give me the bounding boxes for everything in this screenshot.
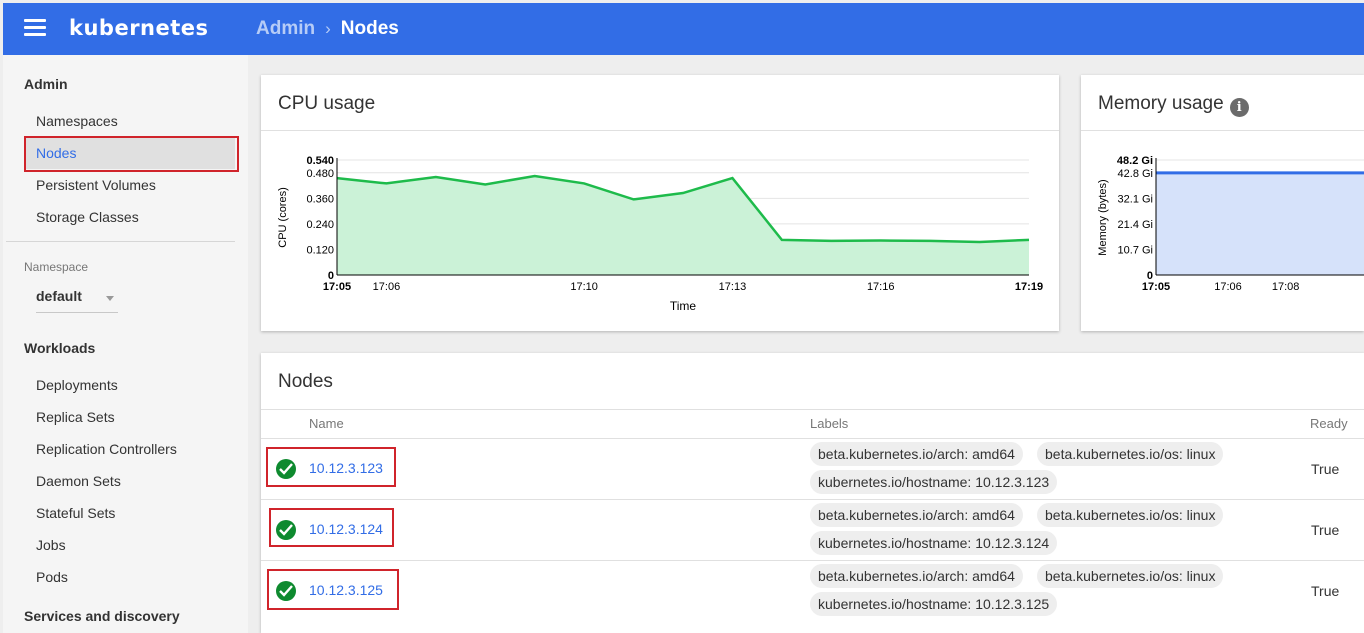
label-chip: beta.kubernetes.io/os: linux: [1037, 503, 1224, 527]
check-circle-icon: [276, 459, 296, 479]
x-tick-label: 17:13: [719, 281, 747, 293]
label-chip: beta.kubernetes.io/os: linux: [1037, 564, 1224, 588]
x-axis-label: Time: [670, 299, 697, 313]
memory-card-title: Memory usage i: [1098, 93, 1249, 117]
nodes-card-title: Nodes: [278, 371, 333, 392]
breadcrumb: Admin › Nodes: [256, 18, 399, 40]
dropdown-caret-icon: [106, 296, 114, 301]
cpu-area: [337, 175, 1029, 275]
sidebar-item-replica-sets[interactable]: Replica Sets: [25, 401, 235, 433]
x-tick-label: 17:16: [867, 281, 895, 293]
y-tick-label: 0.480: [306, 168, 334, 180]
x-tick-label: 17:10: [570, 281, 598, 293]
y-axis-label: Memory (bytes): [1097, 179, 1109, 255]
node-name-link[interactable]: 10.12.3.124: [309, 521, 383, 537]
cpu-usage-chart: 00.1200.2400.3600.4800.54017:05 17:06 17:1…: [277, 155, 1043, 313]
ready-status: True: [1311, 583, 1340, 599]
x-tick-label: 17:06: [373, 281, 401, 293]
x-tick-label: 17:06: [1214, 281, 1242, 293]
chevron-right-icon: ›: [325, 19, 331, 38]
x-tick-label: 17:05: [323, 281, 351, 293]
y-tick-label: 0.120: [306, 244, 334, 256]
label-chip: beta.kubernetes.io/os: linux: [1037, 442, 1224, 466]
label-chip: kubernetes.io/hostname: 10.12.3.124: [810, 531, 1058, 555]
y-tick-label: 0.360: [306, 193, 334, 205]
y-tick-label: 42.8 Gi: [1118, 168, 1153, 180]
sidebar-item-replication-controllers[interactable]: Replication Controllers: [25, 433, 235, 465]
card-divider: [261, 409, 1364, 410]
y-tick-label: 10.7 Gi: [1118, 244, 1153, 256]
memory-card-title-text: Memory usage: [1098, 93, 1224, 114]
sidebar-item-pods[interactable]: Pods: [25, 561, 235, 593]
check-circle-icon: [276, 581, 296, 601]
memory-usage-chart: 010.7 Gi21.4 Gi32.1 Gi42.8 Gi48.2 Gi17:0…: [1097, 155, 1364, 293]
row-divider: [261, 499, 1364, 500]
menu-icon[interactable]: [24, 19, 46, 37]
sidebar-item-namespaces[interactable]: Namespaces: [25, 105, 235, 137]
label-chip: beta.kubernetes.io/arch: amd64: [810, 442, 1023, 466]
row-divider: [261, 560, 1364, 561]
y-axis-label: CPU (cores): [277, 187, 289, 248]
sidebar-heading-admin: Admin: [24, 76, 68, 92]
top-app-bar: kubernetes Admin › Nodes: [3, 3, 1364, 55]
y-tick-label: 48.2 Gi: [1117, 155, 1153, 167]
label-chip: kubernetes.io/hostname: 10.12.3.123: [810, 470, 1058, 494]
info-icon[interactable]: i: [1229, 98, 1249, 117]
app-brand[interactable]: kubernetes: [69, 16, 209, 40]
breadcrumb-admin[interactable]: Admin: [256, 18, 315, 39]
x-tick-label: 17:05: [1142, 281, 1170, 293]
cpu-usage-card: CPU usage 0 0.120 0.240 0.360 0.480 0.540 17:0…: [261, 75, 1059, 331]
node-name-link[interactable]: 10.12.3.125: [309, 582, 383, 598]
memory-usage-card: Memory usage i 0 10.7 Gi 21.4 Gi 32.1 Gi 42.8…: [1081, 75, 1364, 331]
label-chip: beta.kubernetes.io/arch: amd64: [810, 564, 1023, 588]
y-tick-label: 32.1 Gi: [1118, 193, 1153, 205]
column-header-name[interactable]: Name: [309, 416, 344, 431]
sidebar-item-persistent-volumes[interactable]: Persistent Volumes: [25, 169, 235, 201]
label-chip: kubernetes.io/hostname: 10.12.3.125: [810, 592, 1058, 616]
x-tick-label: 17:19: [1015, 281, 1043, 293]
namespace-label: Namespace: [24, 260, 89, 274]
node-name-link[interactable]: 10.12.3.123: [309, 460, 383, 476]
sidebar-item-nodes[interactable]: Nodes: [25, 137, 235, 169]
row-divider: [261, 438, 1364, 439]
y-tick-label: 21.4 Gi: [1118, 219, 1153, 231]
namespace-select[interactable]: default: [36, 288, 118, 313]
nodes-card: Nodes Name Labels Ready 10.12.3.123 beta…: [261, 353, 1364, 633]
x-tick-label: 17:08: [1272, 281, 1300, 293]
sidebar-item-deployments[interactable]: Deployments: [25, 369, 235, 401]
sidebar-heading-services: Services and discovery: [24, 608, 180, 624]
label-chip: beta.kubernetes.io/arch: amd64: [810, 503, 1023, 527]
ready-status: True: [1311, 522, 1340, 538]
sidebar-divider: [6, 241, 235, 242]
breadcrumb-current: Nodes: [340, 18, 399, 39]
check-circle-icon: [276, 520, 296, 540]
sidebar-nav: Admin Namespaces Nodes Persistent Volume…: [3, 55, 248, 633]
ready-status: True: [1311, 461, 1340, 477]
cpu-card-title: CPU usage: [278, 93, 376, 114]
sidebar-item-jobs[interactable]: Jobs: [25, 529, 235, 561]
sidebar-item-stateful-sets[interactable]: Stateful Sets: [25, 497, 235, 529]
sidebar-item-storage-classes[interactable]: Storage Classes: [25, 201, 235, 233]
column-header-labels: Labels: [810, 416, 849, 431]
sidebar-item-daemon-sets[interactable]: Daemon Sets: [25, 465, 235, 497]
column-header-ready[interactable]: Ready: [1310, 416, 1348, 431]
memory-area: [1156, 172, 1364, 275]
y-tick-label: 0.540: [306, 155, 334, 167]
namespace-value: default: [36, 288, 82, 304]
sidebar-heading-workloads: Workloads: [24, 340, 96, 356]
y-tick-label: 0.240: [306, 219, 334, 231]
